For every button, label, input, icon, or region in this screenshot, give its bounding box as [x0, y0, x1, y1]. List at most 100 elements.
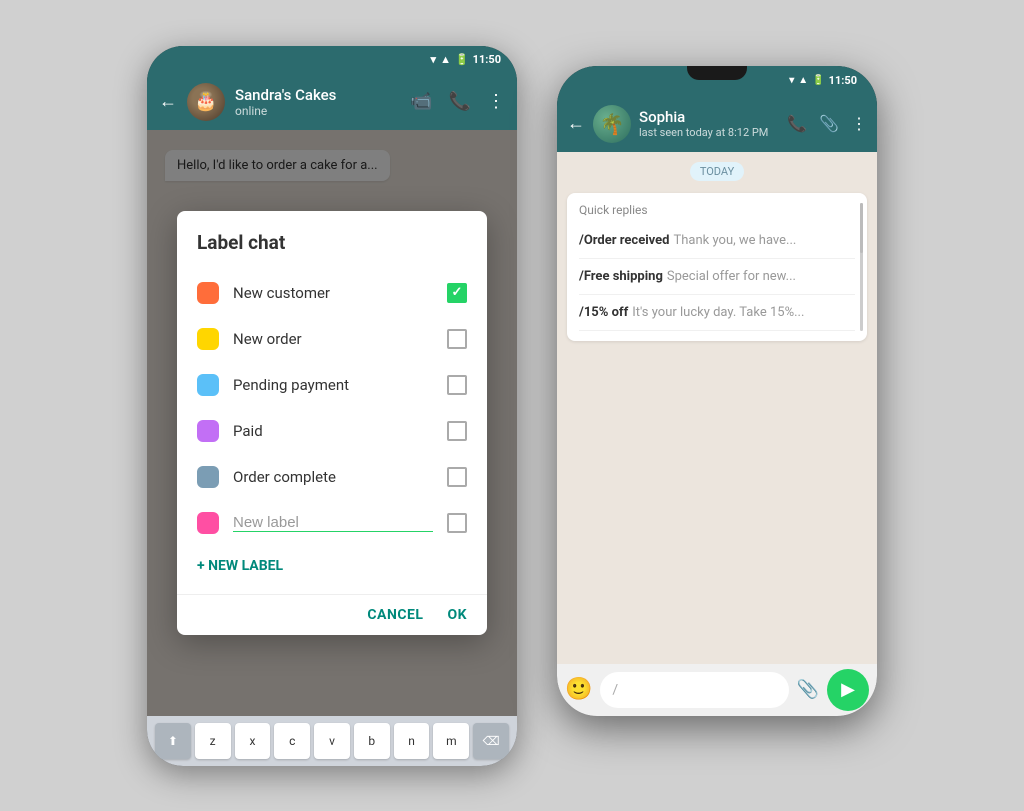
label-item-new[interactable] — [177, 500, 487, 546]
label-name-new-order: New order — [233, 330, 433, 348]
back-arrow-icon[interactable]: ← — [159, 91, 177, 112]
right-phone: ▾ ▲ 🔋 11:50 ← 🌴 Sophia last seen today a… — [557, 66, 877, 716]
reply-preview-2: It's your lucky day. Take 15%... — [632, 305, 804, 320]
message-input-right[interactable]: / — [600, 672, 788, 708]
key-z[interactable]: z — [195, 723, 231, 759]
key-icon-left[interactable]: ⬆ — [155, 723, 191, 759]
new-label-input-wrapper[interactable] — [233, 513, 433, 532]
checkbox-paid[interactable] — [447, 421, 467, 441]
header-icons-right: 📞 📎 ⋮ — [787, 114, 867, 133]
label-item-pending-payment[interactable]: Pending payment — [177, 362, 487, 408]
checkbox-new-order[interactable] — [447, 329, 467, 349]
today-label: TODAY — [690, 162, 744, 181]
status-icons: ▾ ▲ 🔋 11:50 — [431, 53, 501, 66]
right-status-bar: ▾ ▲ 🔋 11:50 — [557, 66, 877, 96]
send-button-right[interactable]: ▶ — [827, 669, 869, 711]
ok-button[interactable]: OK — [447, 607, 467, 623]
battery-icon: 🔋 — [455, 53, 469, 66]
left-phone: ▾ ▲ 🔋 11:50 ← 🎂 Sandra's Cakes online 📹 … — [147, 46, 517, 766]
notch — [687, 66, 747, 80]
modal-overlay: Label chat New customer New order — [147, 130, 517, 716]
new-label-button[interactable]: + NEW LABEL — [177, 546, 487, 586]
reply-shortcut-2: /15% off — [579, 305, 628, 320]
quick-replies-title: Quick replies — [579, 203, 855, 217]
key-m[interactable]: m — [433, 723, 469, 759]
send-icon: ▶ — [841, 679, 855, 700]
quick-replies-box: Quick replies /Order received Thank you,… — [567, 193, 867, 341]
key-b[interactable]: b — [354, 723, 390, 759]
reply-item-2[interactable]: /15% off It's your lucky day. Take 15%..… — [579, 295, 855, 331]
right-chat-area: TODAY Quick replies /Order received Than… — [557, 152, 877, 664]
contact-name-left: Sandra's Cakes — [235, 86, 400, 104]
more-options-icon-right[interactable]: ⋮ — [851, 114, 867, 133]
contact-info-right: Sophia last seen today at 8:12 PM — [639, 108, 779, 139]
label-color-new-customer — [197, 282, 219, 304]
label-name-order-complete: Order complete — [233, 468, 433, 486]
scroll-thumb — [860, 203, 863, 253]
video-call-icon[interactable]: 📹 — [410, 91, 432, 112]
label-color-pending-payment — [197, 374, 219, 396]
label-color-new — [197, 512, 219, 534]
left-status-bar: ▾ ▲ 🔋 11:50 — [147, 46, 517, 74]
checkbox-new-customer[interactable] — [447, 283, 467, 303]
signal-icon: ▲ — [440, 53, 451, 66]
key-n[interactable]: n — [394, 723, 430, 759]
last-seen-right: last seen today at 8:12 PM — [639, 126, 779, 139]
right-chat-header: ← 🌴 Sophia last seen today at 8:12 PM 📞 … — [557, 96, 877, 152]
phone-icon-right[interactable]: 📞 — [787, 114, 807, 133]
paperclip-icon-right[interactable]: 📎 — [819, 114, 839, 133]
checkbox-pending-payment[interactable] — [447, 375, 467, 395]
label-chat-dialog: Label chat New customer New order — [177, 211, 487, 635]
wifi-icon-right: ▾ — [789, 75, 794, 86]
reply-item-1[interactable]: /Free shipping Special offer for new... — [579, 259, 855, 295]
reply-preview-0: Thank you, we have... — [674, 233, 797, 248]
time-left: 11:50 — [473, 53, 501, 66]
scroll-indicator — [860, 203, 863, 331]
label-item-new-order[interactable]: New order — [177, 316, 487, 362]
header-icons-left: 📹 📞 ⋮ — [410, 91, 505, 112]
new-label-input[interactable] — [233, 514, 433, 532]
reply-preview-1: Special offer for new... — [667, 269, 796, 284]
wifi-icon: ▾ — [431, 53, 437, 66]
back-arrow-right[interactable]: ← — [567, 113, 585, 134]
left-chat-header: ← 🎂 Sandra's Cakes online 📹 📞 ⋮ — [147, 74, 517, 130]
slash-indicator: / — [612, 682, 618, 698]
label-item-order-complete[interactable]: Order complete — [177, 454, 487, 500]
contact-status-left: online — [235, 104, 400, 118]
more-options-icon[interactable]: ⋮ — [487, 91, 505, 112]
dialog-actions: CANCEL OK — [177, 594, 487, 635]
key-c[interactable]: c — [274, 723, 310, 759]
key-v[interactable]: v — [314, 723, 350, 759]
label-item-paid[interactable]: Paid — [177, 408, 487, 454]
checkbox-order-complete[interactable] — [447, 467, 467, 487]
attach-icon[interactable]: 📎 — [797, 679, 819, 700]
cancel-button[interactable]: CANCEL — [367, 607, 423, 623]
signal-icon-right: ▲ — [798, 75, 808, 86]
contact-name-right: Sophia — [639, 108, 779, 126]
avatar-image-left: 🎂 — [187, 83, 225, 121]
emoji-icon[interactable]: 🙂 — [565, 677, 592, 702]
phone-icon[interactable]: 📞 — [449, 91, 471, 112]
label-color-paid — [197, 420, 219, 442]
contact-avatar-left: 🎂 — [187, 83, 225, 121]
reply-item-0[interactable]: /Order received Thank you, we have... — [579, 223, 855, 259]
label-name-paid: Paid — [233, 422, 433, 440]
time-right: 11:50 — [829, 74, 857, 87]
keyboard-bar: ⬆ z x c v b n m ⌫ — [147, 716, 517, 766]
label-color-new-order — [197, 328, 219, 350]
input-bar-right: 🙂 / 📎 ▶ — [557, 664, 877, 716]
scene: ▾ ▲ 🔋 11:50 ← 🎂 Sandra's Cakes online 📹 … — [0, 0, 1024, 811]
label-name-pending-payment: Pending payment — [233, 376, 433, 394]
battery-icon-right: 🔋 — [812, 75, 824, 86]
key-x[interactable]: x — [235, 723, 271, 759]
chat-background-right: TODAY Quick replies /Order received Than… — [557, 152, 877, 664]
label-item-new-customer[interactable]: New customer — [177, 270, 487, 316]
dialog-title: Label chat — [177, 231, 487, 270]
contact-info-left: Sandra's Cakes online — [235, 86, 400, 118]
contact-avatar-right: 🌴 — [593, 105, 631, 143]
checkbox-new-label[interactable] — [447, 513, 467, 533]
label-color-order-complete — [197, 466, 219, 488]
key-backspace[interactable]: ⌫ — [473, 723, 509, 759]
reply-shortcut-0: /Order received — [579, 233, 670, 248]
chat-background-left: Hello, I'd like to order a cake for a...… — [147, 130, 517, 716]
